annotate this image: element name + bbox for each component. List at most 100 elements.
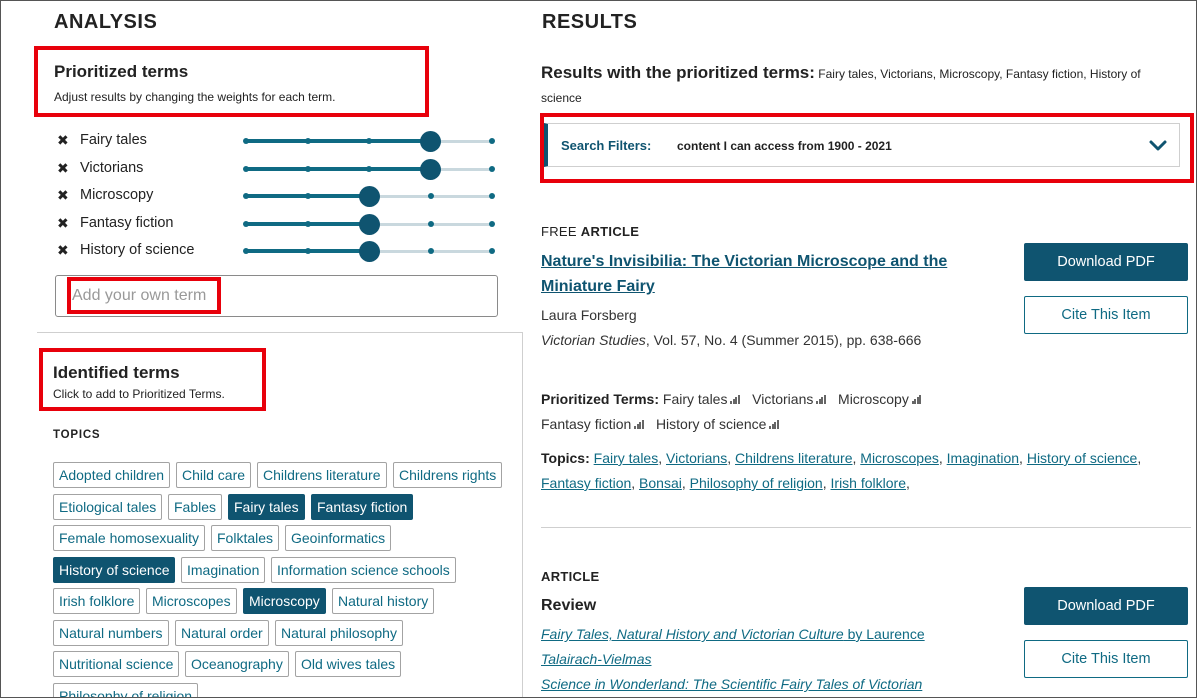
weight-bars-icon: [911, 394, 922, 404]
topic-tag[interactable]: Natural philosophy: [275, 619, 403, 646]
term-weight-slider[interactable]: [243, 158, 495, 180]
topic-tag[interactable]: Philosophy of religion: [53, 682, 199, 697]
topic-tag[interactable]: Oceanography: [185, 651, 289, 677]
slider-tick: [243, 138, 249, 144]
topic-tag[interactable]: Natural numbers: [53, 619, 169, 646]
remove-term-icon[interactable]: ✖: [57, 187, 69, 204]
topic-link[interactable]: Victorians: [666, 450, 727, 466]
topic-tag[interactable]: Imagination: [181, 556, 266, 583]
article-title-link[interactable]: Nature's Invisibilia: The Victorian Micr…: [541, 249, 947, 299]
result-divider: [541, 527, 1191, 528]
slider-tick: [304, 138, 311, 144]
topic-tag[interactable]: Microscopy: [243, 588, 326, 614]
prioritized-term-label: Victorians: [80, 159, 144, 176]
highlight-box-prioritized: [34, 46, 429, 117]
prioritized-term-label: Fairy tales: [80, 132, 147, 148]
slider-handle[interactable]: [358, 213, 380, 235]
prioritized-term-chip: Fairy tales: [662, 391, 728, 407]
article-citation: Victorian Studies, Vol. 57, No. 4 (Summe…: [541, 332, 921, 348]
prioritized-term-row: ✖ Microscopy: [57, 186, 502, 207]
topics-row2: Fantasy fiction, Bonsai, Philosophy of r…: [541, 475, 910, 491]
cite-item-button[interactable]: Cite This Item: [1024, 296, 1188, 334]
topic-tag[interactable]: Irish folklore: [53, 588, 141, 614]
slider-tick: [304, 220, 311, 227]
topic-tag[interactable]: Old wives tales: [295, 651, 402, 677]
analysis-heading: ANALYSIS: [54, 11, 158, 33]
article-prioritized-terms-line1: Prioritized Terms: Fairy tales Victorian…: [541, 391, 934, 407]
remove-term-icon[interactable]: ✖: [57, 242, 69, 259]
topic-link[interactable]: History of science: [1027, 450, 1137, 466]
topic-link[interactable]: Fairy tales: [594, 450, 659, 466]
slider-tick: [489, 220, 495, 227]
remove-term-icon[interactable]: ✖: [57, 132, 69, 149]
topic-tag[interactable]: Nutritional science: [53, 651, 180, 677]
slider-handle[interactable]: [420, 158, 441, 180]
article2-title[interactable]: Review: [541, 593, 596, 618]
topic-tag[interactable]: Child care: [176, 462, 252, 488]
topic-link[interactable]: Microscopes: [860, 450, 939, 466]
reviewed-book-1-line2[interactable]: Talairach-Vielmas: [541, 651, 652, 667]
reviewed-book-1-title[interactable]: Fairy Tales, Natural History and Victori…: [541, 626, 844, 642]
slider-handle[interactable]: [358, 186, 380, 207]
article2-type-label: ARTICLE: [541, 569, 600, 584]
prioritized-terms-row1: Fairy tales Victorians Microscopy: [663, 391, 934, 407]
download-pdf-button[interactable]: Download PDF: [1024, 243, 1188, 281]
download-pdf-button-2[interactable]: Download PDF: [1024, 587, 1188, 625]
slider-tick: [366, 138, 372, 144]
slider-tick: [489, 138, 495, 144]
topic-tag[interactable]: Information science schools: [271, 556, 456, 583]
topic-tag[interactable]: Childrens literature: [257, 462, 387, 488]
topic-link[interactable]: Fantasy fiction: [541, 475, 631, 491]
topic-tag[interactable]: History of science: [53, 556, 176, 583]
slider-tick: [304, 165, 311, 172]
topic-link[interactable]: Bonsai: [639, 475, 682, 491]
slider-handle[interactable]: [358, 241, 380, 262]
prioritized-terms-row2: Fantasy fiction History of science: [541, 416, 791, 432]
term-weight-slider[interactable]: [243, 241, 495, 262]
cite-item-button-2[interactable]: Cite This Item: [1024, 640, 1188, 678]
topic-tag[interactable]: Adopted children: [53, 462, 171, 488]
topic-link[interactable]: Imagination: [947, 450, 1019, 466]
topic-link[interactable]: Childrens literature: [735, 450, 853, 466]
topic-tag[interactable]: Fantasy fiction: [311, 493, 414, 520]
reviewed-book-1-author[interactable]: by Laurence: [844, 626, 925, 642]
prioritized-term-row: ✖ Fairy tales: [57, 131, 502, 152]
remove-term-icon[interactable]: ✖: [57, 215, 69, 232]
slider-handle[interactable]: [420, 131, 441, 152]
article-title-line1[interactable]: Nature's Invisibilia: The Victorian Micr…: [541, 253, 947, 270]
remove-term-icon[interactable]: ✖: [57, 160, 69, 177]
reviewed-book-2-link[interactable]: Science in Wonderland: The Scientific Fa…: [541, 676, 922, 692]
results-heading: RESULTS: [542, 11, 638, 33]
topic-tag[interactable]: Natural history: [332, 588, 435, 614]
slider-tick: [243, 248, 249, 254]
topic-tag[interactable]: Fairy tales: [228, 493, 305, 520]
app-frame: ANALYSIS Prioritized terms Adjust result…: [0, 0, 1197, 698]
topic-tag[interactable]: Fables: [168, 493, 223, 520]
slider-fill: [246, 166, 431, 171]
article-type-label: ARTICLE: [580, 224, 640, 239]
topic-tag[interactable]: Etiological tales: [53, 493, 163, 520]
slider-tick: [427, 220, 434, 227]
topic-link[interactable]: Philosophy of religion: [690, 475, 823, 491]
article-citation-details: , Vol. 57, No. 4 (Summer 2015), pp. 638-…: [645, 332, 922, 348]
prioritized-term-row: ✖ Victorians: [57, 158, 502, 180]
weight-bars-icon: [730, 394, 740, 404]
reviewed-book-1-link[interactable]: Fairy Tales, Natural History and Victori…: [541, 626, 925, 642]
topic-tag[interactable]: Microscopes: [146, 588, 237, 614]
topic-tag[interactable]: Geoinformatics: [285, 525, 392, 551]
article-author: Laura Forsberg: [541, 307, 637, 323]
topic-tag[interactable]: Childrens rights: [393, 462, 503, 488]
slider-fill: [246, 139, 431, 143]
article-title-line2[interactable]: Miniature Fairy: [541, 278, 655, 295]
prioritized-terms-section: ANALYSIS Prioritized terms Adjust result…: [34, 1, 523, 333]
term-weight-slider[interactable]: [243, 213, 495, 235]
topic-link[interactable]: Irish folklore: [831, 475, 906, 491]
term-weight-slider[interactable]: [243, 186, 495, 207]
slider-tick: [243, 193, 249, 199]
slider-tick: [427, 193, 434, 199]
topic-tag[interactable]: Female homosexuality: [53, 525, 206, 551]
highlight-box-identified: [39, 348, 266, 411]
term-weight-slider[interactable]: [243, 131, 495, 152]
topic-tag[interactable]: Folktales: [211, 525, 280, 551]
topic-tag[interactable]: Natural order: [175, 619, 269, 646]
